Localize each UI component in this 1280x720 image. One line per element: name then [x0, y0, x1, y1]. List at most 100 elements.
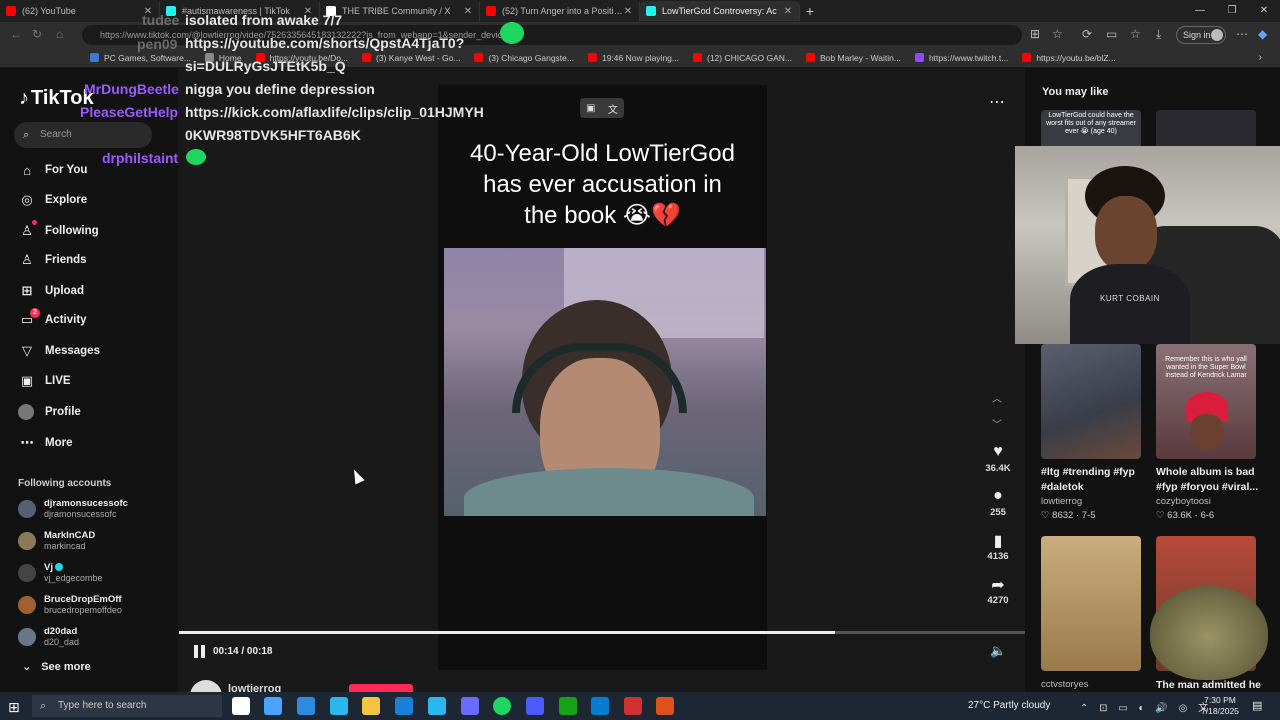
nav-live[interactable]: ▣ LIVE	[18, 371, 71, 391]
home-browser-icon[interactable]: ⌂	[56, 27, 63, 41]
browser-tab[interactable]: (62) YouTube ✕	[0, 1, 160, 21]
back-icon[interactable]: ←	[10, 27, 22, 41]
taskbar-app-icon[interactable]	[526, 697, 544, 715]
share-button[interactable]: ➦ 4270	[983, 575, 1013, 606]
nav-following[interactable]: ♙ Following	[18, 220, 99, 241]
recommendation-user[interactable]: cozyboytoosi	[1156, 496, 1211, 507]
copilot-icon[interactable]: ◆	[1258, 27, 1267, 41]
caption-line: the book 😭💔	[524, 202, 681, 229]
pause-button[interactable]	[194, 645, 206, 658]
steam-icon[interactable]	[591, 697, 609, 715]
search-input[interactable]: ⌕ Search	[14, 122, 152, 148]
following-account[interactable]: MarkInCAD markincad	[18, 528, 95, 554]
file-explorer-icon[interactable]	[362, 697, 380, 715]
translate-icon[interactable]: 文	[608, 101, 618, 116]
task-view-icon[interactable]	[232, 697, 250, 715]
chevron-up-icon[interactable]: ︿	[992, 390, 1002, 405]
refresh-extension-icon[interactable]: ⟳	[1082, 27, 1092, 41]
reload-icon[interactable]: ↻	[32, 27, 42, 41]
compass-icon: ◎	[21, 192, 33, 207]
notification-icon[interactable]: ▤	[1252, 699, 1262, 712]
chevron-down-icon[interactable]: ﹀	[992, 416, 1002, 431]
split-icon[interactable]: ▭	[1106, 27, 1117, 41]
taskbar-app-icon[interactable]	[428, 697, 446, 715]
bookmark-button[interactable]: ▮ 4136	[983, 531, 1013, 562]
video-caption: 40-Year-Old LowTierGod has ever accusati…	[438, 138, 767, 231]
windows-start-icon[interactable]: ⊞	[8, 699, 20, 716]
bookmark-item[interactable]: https://www.twitch.t...	[914, 53, 1008, 63]
comment-button[interactable]: ● 255	[983, 487, 1013, 518]
favorite-icon[interactable]: ☆	[1052, 27, 1063, 41]
chevron-right-icon[interactable]: ›	[1259, 52, 1262, 63]
edge-icon[interactable]	[330, 697, 348, 715]
menu-icon[interactable]: ⋯	[1236, 27, 1248, 41]
sign-in-button[interactable]: Sign in	[1176, 26, 1226, 44]
nav-profile[interactable]: Profile	[18, 402, 81, 422]
video-progress-bar[interactable]	[179, 631, 1025, 634]
weather-widget[interactable]: 27°C Partly cloudy	[968, 700, 1050, 711]
taskbar-clock[interactable]: 7:30 PM 7/18/2025	[1200, 695, 1240, 717]
bookmark-item[interactable]: PC Games, Software...	[90, 53, 191, 63]
recommendation-thumbnail[interactable]	[1041, 344, 1141, 459]
taskbar-app-icon[interactable]	[297, 697, 315, 715]
following-account[interactable]: djramonsucessofc djramonsucessofc	[18, 496, 128, 522]
volume-icon[interactable]: 🔈	[990, 643, 1006, 659]
bookmark-item[interactable]: (12) CHICAGO GAN...	[693, 53, 792, 63]
browser-tab-active[interactable]: LowTierGod Controversy: Ac ✕	[640, 1, 800, 21]
taskbar-search-input[interactable]: ⌕ Type here to search	[32, 695, 222, 717]
nav-friends[interactable]: ♙ Friends	[18, 250, 86, 270]
taskbar-app-icon[interactable]	[264, 697, 282, 715]
discord-icon[interactable]	[461, 697, 479, 715]
tab-title: THE TRIBE Community / X	[342, 6, 451, 16]
browser-tab[interactable]: THE TRIBE Community / X ✕	[320, 1, 480, 21]
bookmark-item[interactable]: (3) Kanye West - Go...	[362, 53, 460, 63]
following-account[interactable]: Vj vj_edgecombe	[18, 560, 103, 586]
nav-activity[interactable]: ▭ 2 Activity	[18, 308, 87, 330]
nav-upload[interactable]: ⊞ Upload	[18, 281, 84, 301]
see-more-button[interactable]: ⌄ See more	[22, 660, 91, 673]
xbox-icon[interactable]	[559, 697, 577, 715]
obs-icon[interactable]	[656, 697, 674, 715]
comment-icon: ●	[993, 487, 1003, 504]
bookmark-item[interactable]: 19:46 Now playing...	[587, 53, 679, 63]
browser-tab[interactable]: (52) Turn Anger into a Positive Fo ✕	[480, 1, 640, 21]
recommendation-user[interactable]: cctvstoryes	[1041, 679, 1089, 690]
new-tab-button[interactable]: +	[800, 3, 820, 19]
more-options-icon[interactable]: ⋯	[989, 92, 1005, 112]
following-account[interactable]: d20dad d20_dad	[18, 624, 79, 650]
close-icon[interactable]: ✕	[623, 6, 633, 17]
spotify-icon[interactable]	[493, 697, 511, 715]
follow-button[interactable]	[349, 684, 413, 692]
bookmark-item[interactable]: https://youtu.be/blZ...	[1022, 53, 1116, 63]
bookmark-item[interactable]: Bob Marley - Waitin...	[806, 53, 901, 63]
maximize-icon[interactable]: ❐	[1216, 0, 1248, 22]
close-window-icon[interactable]: ✕	[1248, 0, 1280, 22]
avatar	[18, 564, 36, 582]
minimize-icon[interactable]: —	[1184, 0, 1216, 22]
recommendation-user[interactable]: lowtierrog	[1041, 496, 1082, 507]
nav-more[interactable]: ⋯ More	[18, 433, 73, 453]
nav-explore[interactable]: ◎ Explore	[18, 190, 87, 210]
extensions-icon[interactable]: ⊞	[1030, 27, 1040, 41]
downloads-icon[interactable]: ⤓	[1156, 27, 1161, 42]
share-count: 4270	[987, 595, 1009, 606]
following-account[interactable]: BruceDropEmOff brucedropemoffdeo	[18, 592, 122, 618]
close-icon[interactable]: ✕	[463, 6, 473, 17]
nav-for-you[interactable]: ⌂ For You	[18, 160, 87, 180]
bookmark-item[interactable]: (3) Chicago Gangste...	[474, 53, 574, 63]
outlook-icon[interactable]	[395, 697, 413, 715]
recommendation-title[interactable]: Whole album is bad #fyp #foryou #viral..…	[1156, 465, 1261, 495]
system-tray[interactable]: ⌃ ⊡ ▭ ◐ 🔊 ◎ 文	[1080, 699, 1212, 714]
collections-icon[interactable]: ☆	[1130, 27, 1141, 41]
recommendation-title[interactable]: #ltg #trending #fyp #daletok	[1041, 465, 1146, 495]
like-button[interactable]: ♥ 36.4K	[983, 443, 1013, 474]
close-icon[interactable]: ✕	[783, 6, 793, 17]
recommendation-title[interactable]: The man admitted he	[1156, 678, 1261, 693]
recommendation-thumbnail[interactable]	[1041, 536, 1141, 671]
nav-messages[interactable]: ▽ Messages	[18, 341, 100, 361]
taskbar-app-icon[interactable]	[624, 697, 642, 715]
recommendation-thumbnail[interactable]: LowTierGod could have the worst fits out…	[1041, 110, 1141, 150]
miniplayer-icon[interactable]: ▣	[586, 103, 595, 114]
recommendation-thumbnail[interactable]: Remember this is who yall wanted in the …	[1156, 344, 1256, 459]
recommendation-thumbnail[interactable]	[1156, 110, 1256, 150]
